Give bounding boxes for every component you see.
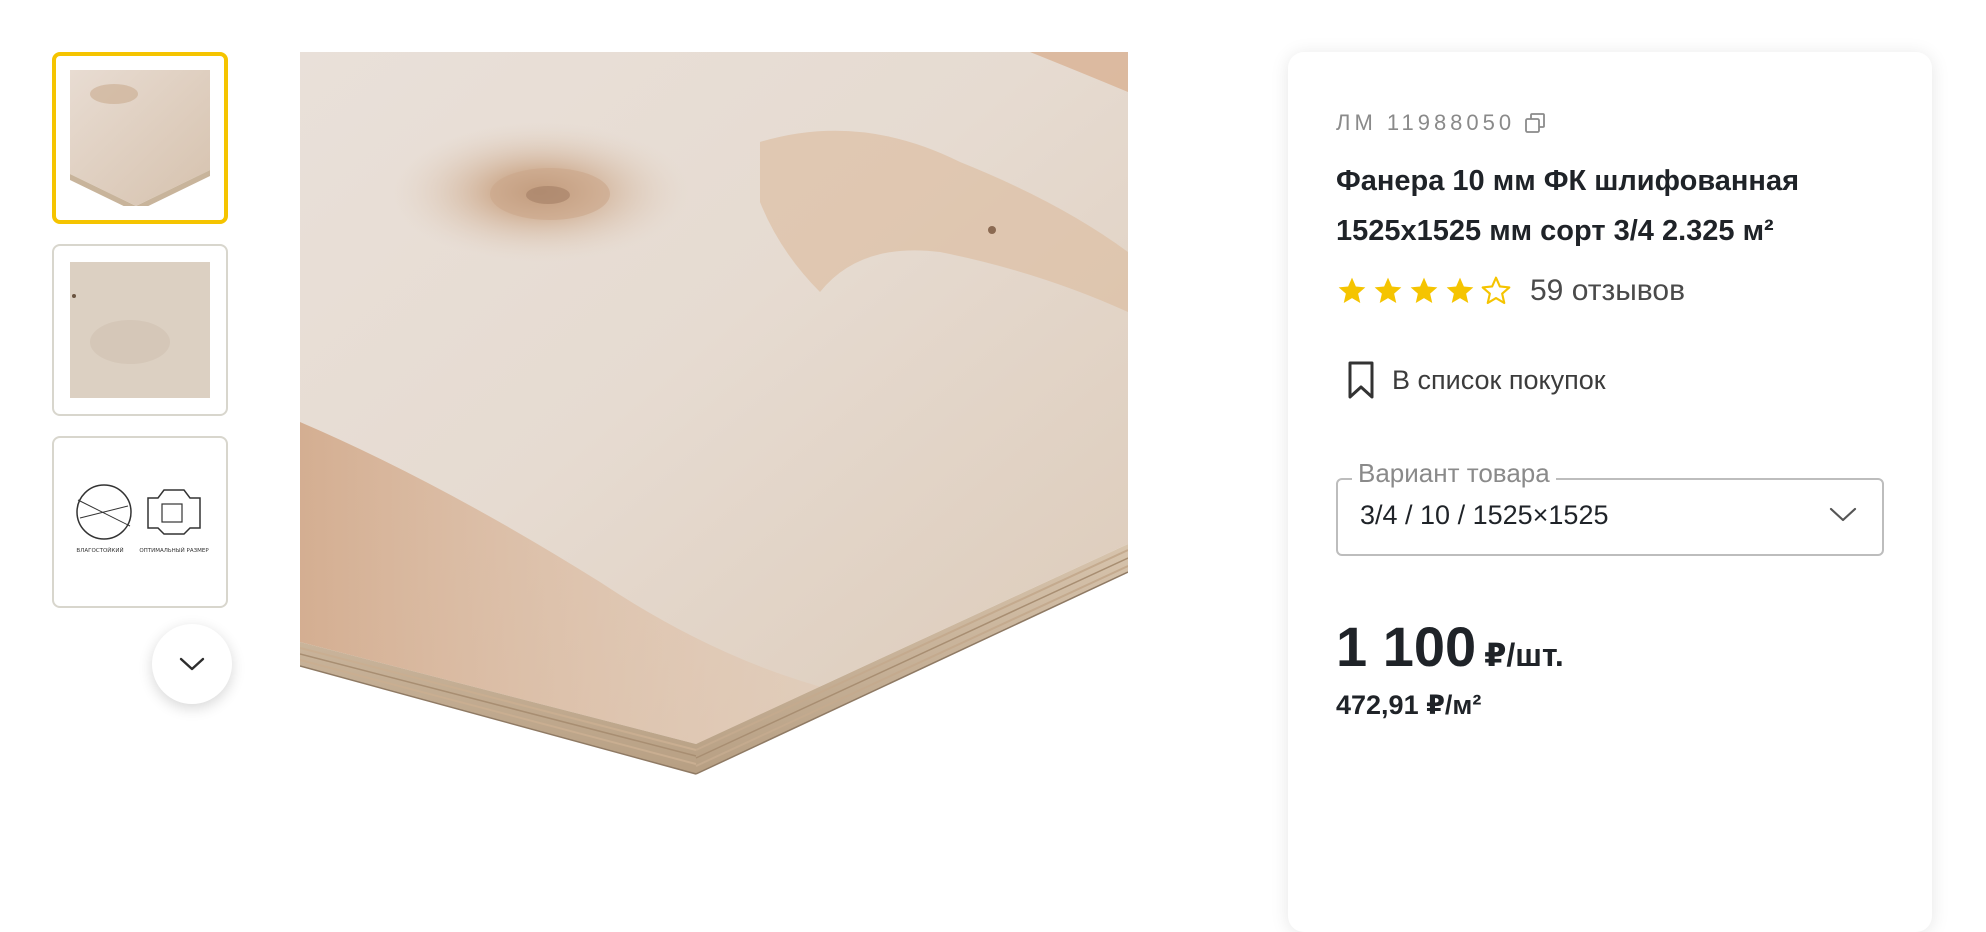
copy-icon[interactable] [1523,111,1547,135]
sku-text: ЛМ 11988050 [1336,110,1516,135]
price-unit: ₽/шт. [1484,637,1564,673]
reviews-link[interactable]: 59 отзывов [1530,274,1685,308]
chevron-down-icon [1829,507,1857,522]
price-per-square-meter: 472,91 ₽/м² [1336,690,1482,720]
product-title-line-2: 1525x1525 мм сорт 3/4 2.325 м² [1336,215,1774,247]
plywood-corner-image [70,70,210,206]
variant-value: 3/4 / 10 / 1525×1525 [1360,500,1609,530]
thumbnail-2[interactable] [52,244,228,416]
bookmark-icon [1348,361,1374,399]
product-title: Фанера 10 мм ФК шлифованная 1525x1525 мм… [1336,156,1896,256]
star-empty-icon [1481,276,1511,305]
thumbnail-1[interactable] [52,52,228,224]
main-product-image[interactable] [300,52,1128,812]
chevron-down-icon [179,657,205,671]
rating-row[interactable]: 59 отзывов [1336,274,1685,308]
diagram-caption-1: ВЛАГОСТОЙКИЙ [76,547,123,554]
price: 1 100 ₽/шт. [1336,614,1564,679]
rating-stars [1336,275,1512,307]
plywood-surface-image [70,262,210,398]
price-value: 1 100 [1336,615,1477,678]
sku-row: ЛМ 11988050 [1336,110,1547,136]
star-filled-icon [1338,277,1366,303]
star-filled-icon [1410,277,1438,303]
variant-select[interactable]: Вариант товара 3/4 / 10 / 1525×1525 [1336,458,1884,556]
diagram-caption-2: ОПТИМАЛЬНЫЙ РАЗМЕР [139,547,209,554]
thumbnails-scroll-down-button[interactable] [152,624,232,704]
thumbnail-3[interactable]: ВЛАГОСТОЙКИЙ ОПТИМАЛЬНЫЙ РАЗМЕР [52,436,228,608]
add-to-shopping-list-button[interactable]: В список покупок [1346,360,1606,400]
star-filled-icon [1374,277,1402,303]
shopping-list-label: В список покупок [1392,364,1606,395]
product-title-line-1: Фанера 10 мм ФК шлифованная [1336,165,1799,197]
product-info-panel: ЛМ 11988050 Фанера 10 мм ФК шлифованная … [1288,52,1932,932]
plywood-diagrams-image: ВЛАГОСТОЙКИЙ ОПТИМАЛЬНЫЙ РАЗМЕР [70,454,210,590]
variant-label: Вариант товара [1352,458,1556,488]
star-filled-icon [1446,277,1474,303]
